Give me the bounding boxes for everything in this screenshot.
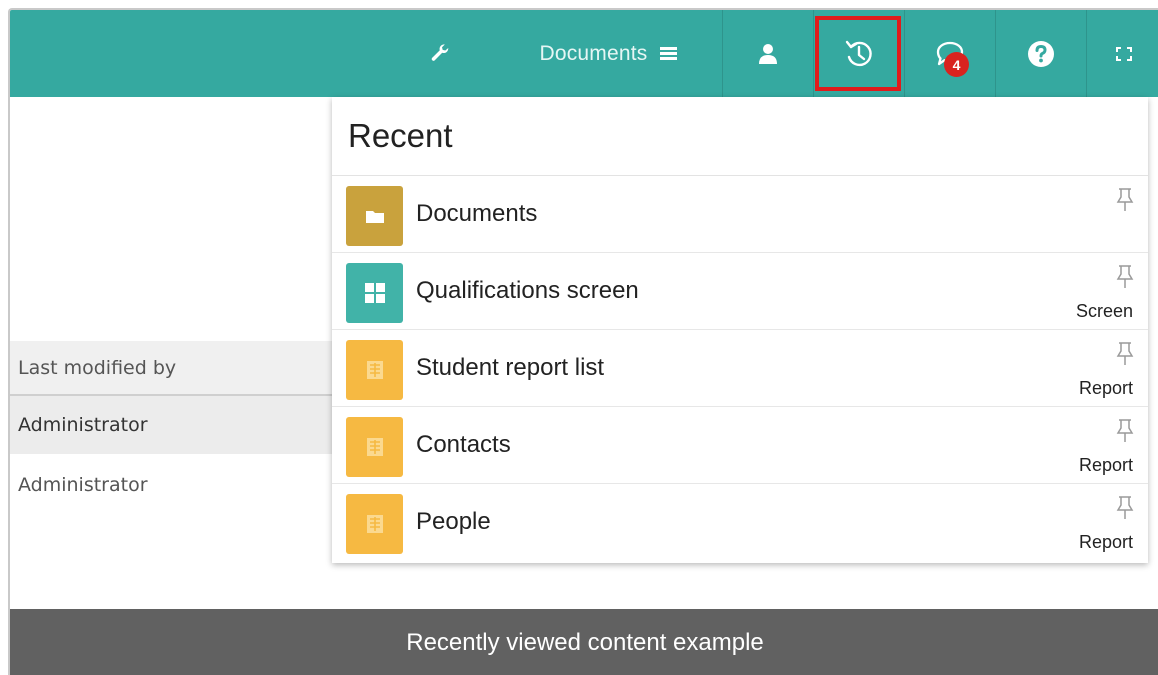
folder-icon [346, 186, 403, 246]
help-icon [1028, 40, 1054, 67]
recent-item-label: Contacts [416, 431, 511, 458]
documents-menu-button[interactable]: Documents [508, 10, 708, 97]
highlight-box [815, 16, 901, 91]
recent-item-people[interactable]: People Report [332, 484, 1148, 561]
pin-icon[interactable] [1116, 188, 1134, 212]
wrench-icon[interactable] [422, 10, 458, 97]
help-button[interactable] [996, 10, 1086, 97]
table-row[interactable]: Administrator [10, 396, 340, 454]
report-icon [346, 494, 403, 554]
recent-item-label: Documents [416, 200, 538, 227]
report-icon [346, 417, 403, 477]
recent-item-label: People [416, 508, 491, 535]
table-row[interactable]: Administrator [10, 456, 340, 514]
user-icon [759, 43, 777, 64]
recent-item-label: Student report list [416, 354, 605, 381]
recent-panel: Recent Documents Qualifications screen S… [332, 97, 1148, 563]
fullscreen-icon [1115, 46, 1132, 61]
recent-panel-title: Recent [348, 117, 453, 154]
table-header-last-modified: Last modified by [10, 341, 340, 396]
user-button[interactable] [723, 10, 813, 97]
pin-icon[interactable] [1116, 342, 1134, 366]
recent-item-documents[interactable]: Documents [332, 176, 1148, 253]
recent-item-type: Report [1078, 455, 1133, 475]
grid-icon [346, 263, 403, 323]
fullscreen-button[interactable] [1087, 10, 1158, 97]
caption-text: Recently viewed content example [406, 629, 764, 656]
recent-item-type: Report [1078, 378, 1133, 398]
recent-item-type: Report [1078, 532, 1133, 552]
documents-menu-label: Documents [539, 41, 648, 65]
report-icon [346, 340, 403, 400]
pin-icon[interactable] [1116, 496, 1134, 520]
top-bar: Documents 4 [10, 10, 1158, 97]
recent-item-student-report-list[interactable]: Student report list Report [332, 330, 1148, 407]
recent-item-label: Qualifications screen [416, 277, 639, 304]
app-frame: Documents 4 Last modified by Administrat… [8, 8, 1158, 675]
notification-badge: 4 [944, 52, 969, 77]
recent-item-contacts[interactable]: Contacts Report [332, 407, 1148, 484]
caption-bar: Recently viewed content example [10, 609, 1158, 675]
recent-item-qualifications-screen[interactable]: Qualifications screen Screen [332, 253, 1148, 330]
recent-item-type: Screen [1075, 301, 1133, 321]
pin-icon[interactable] [1116, 265, 1134, 289]
hamburger-icon [659, 45, 677, 62]
pin-icon[interactable] [1116, 419, 1134, 443]
